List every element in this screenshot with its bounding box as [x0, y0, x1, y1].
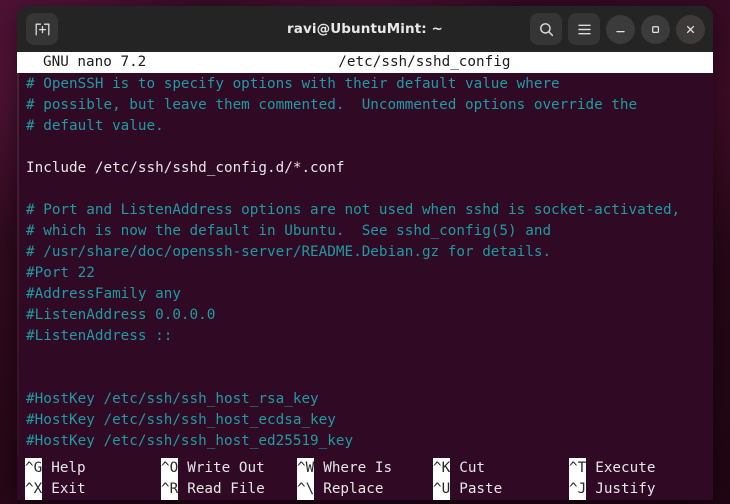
- shortcut-item[interactable]: ^O Write Out: [161, 458, 265, 479]
- shortcut-row-1: ^G Help ^O Write Out ^W Where Is ^K Cut ^T Execut…: [17, 458, 713, 479]
- nano-editor[interactable]: GNU nano 7.2 /etc/ssh/sshd_config # Open…: [17, 52, 713, 500]
- nano-line: #AddressFamily any: [26, 286, 181, 302]
- nano-line: # Port and ListenAddress options are not…: [26, 202, 681, 218]
- shortcut-key: ^U: [433, 479, 451, 500]
- nano-line: #Port 22: [26, 265, 95, 281]
- shortcut-key: ^X: [25, 479, 43, 500]
- shortcut-key: ^R: [161, 479, 179, 500]
- nano-line: [26, 179, 713, 200]
- shortcut-item[interactable]: ^R Read File: [161, 479, 265, 500]
- shortcut-item[interactable]: ^W Where Is: [297, 458, 392, 479]
- shortcut-label: Justify: [595, 481, 656, 497]
- nano-line: # which is now the default in Ubuntu. Se…: [26, 223, 552, 239]
- shortcut-item[interactable]: ^K Cut: [433, 458, 485, 479]
- shortcut-item[interactable]: ^\ Replace: [297, 479, 383, 500]
- shortcut-key: ^J: [569, 479, 587, 500]
- shortcut-item[interactable]: ^T Execute: [569, 458, 655, 479]
- minimize-icon[interactable]: [606, 14, 635, 44]
- nano-line: #HostKey /etc/ssh/ssh_host_ecdsa_key: [26, 412, 336, 428]
- nano-line: # OpenSSH is to specify options with the…: [26, 76, 560, 92]
- shortcut-row-2: ^X Exit ^R Read File ^\ Replace ^U Paste ^J Justi…: [17, 479, 713, 500]
- shortcut-key: ^\: [297, 479, 315, 500]
- hamburger-menu-icon[interactable]: [568, 13, 600, 45]
- nano-line: [26, 137, 713, 158]
- shortcut-label: Cut: [459, 460, 486, 476]
- shortcut-item[interactable]: ^U Paste: [433, 479, 502, 500]
- nano-line: # default value.: [26, 118, 164, 134]
- terminal-window: ravi@UbuntuMint: ~ GNU nano 7.2 /etc/ssh…: [17, 6, 713, 500]
- nano-shortcut-bar: ^G Help ^O Write Out ^W Where Is ^K Cut ^T Execut…: [17, 457, 713, 500]
- nano-line: # /usr/share/doc/openssh-server/README.D…: [26, 244, 552, 260]
- nano-title-bar: GNU nano 7.2 /etc/ssh/sshd_config: [17, 52, 713, 73]
- maximize-icon[interactable]: [641, 14, 670, 44]
- shortcut-item[interactable]: ^G Help: [25, 458, 86, 479]
- shortcut-key: ^W: [297, 458, 315, 479]
- nano-line: #HostKey /etc/ssh/ssh_host_ed25519_key: [26, 433, 354, 449]
- desktop-background: ravi@UbuntuMint: ~ GNU nano 7.2 /etc/ssh…: [0, 0, 730, 504]
- nano-filename: /etc/ssh/sshd_config: [338, 54, 511, 70]
- shortcut-label: Where Is: [323, 460, 393, 476]
- nano-line: #ListenAddress ::: [26, 328, 173, 344]
- shortcut-label: Help: [51, 460, 86, 476]
- nano-line: Include /etc/ssh/sshd_config.d/*.conf: [26, 160, 345, 176]
- shortcut-label: Execute: [595, 460, 656, 476]
- nano-line: #HostKey /etc/ssh/ssh_host_rsa_key: [26, 391, 319, 407]
- shortcut-label: Replace: [323, 481, 384, 497]
- nano-text-area[interactable]: # OpenSSH is to specify options with the…: [17, 73, 713, 457]
- window-titlebar: ravi@UbuntuMint: ~: [17, 6, 713, 52]
- shortcut-key: ^O: [161, 458, 179, 479]
- shortcut-label: Read File: [187, 481, 265, 497]
- nano-version: GNU nano 7.2: [43, 54, 147, 70]
- close-icon[interactable]: [676, 14, 705, 44]
- shortcut-label: Write Out: [187, 460, 265, 476]
- new-tab-icon[interactable]: [26, 13, 58, 45]
- shortcut-label: Paste: [459, 481, 503, 497]
- shortcut-item[interactable]: ^J Justify: [569, 479, 655, 500]
- nano-line: # possible, but leave them commented. Un…: [26, 97, 638, 113]
- shortcut-key: ^T: [569, 458, 587, 479]
- search-icon[interactable]: [530, 13, 562, 45]
- titlebar-actions: [530, 13, 705, 45]
- nano-line: #ListenAddress 0.0.0.0: [26, 307, 216, 323]
- shortcut-item[interactable]: ^X Exit: [25, 479, 86, 500]
- shortcut-key: ^K: [433, 458, 451, 479]
- nano-line: [26, 347, 713, 368]
- nano-line: [26, 368, 713, 389]
- shortcut-label: Exit: [51, 481, 86, 497]
- shortcut-key: ^G: [25, 458, 43, 479]
